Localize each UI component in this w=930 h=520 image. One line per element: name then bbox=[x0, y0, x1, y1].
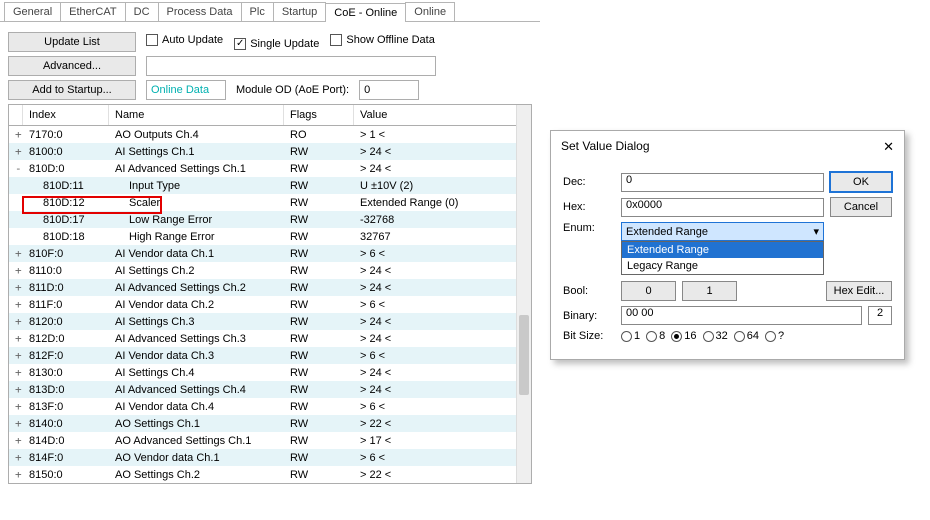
table-row[interactable]: +814D:0AO Advanced Settings Ch.1RW> 17 < bbox=[9, 432, 531, 449]
expand-icon[interactable]: + bbox=[9, 434, 23, 447]
table-row[interactable]: +8140:0AO Settings Ch.1RW> 22 < bbox=[9, 415, 531, 432]
update-list-button[interactable]: Update List bbox=[8, 32, 136, 52]
expand-icon[interactable]: + bbox=[9, 451, 23, 464]
tab-general[interactable]: General bbox=[4, 2, 61, 21]
expand-icon[interactable]: + bbox=[9, 298, 23, 311]
bool-1-button[interactable]: 1 bbox=[682, 281, 737, 301]
table-row[interactable]: 810D:11Input TypeRWU ±10V (2) bbox=[9, 177, 531, 194]
table-row[interactable]: +8130:0AI Settings Ch.4RW> 24 < bbox=[9, 364, 531, 381]
dialog-title: Set Value Dialog bbox=[561, 139, 650, 155]
expand-icon[interactable]: + bbox=[9, 145, 23, 158]
table-row[interactable]: +813F:0AI Vendor data Ch.4RW> 6 < bbox=[9, 398, 531, 415]
table-row[interactable]: +814F:0AO Vendor data Ch.1RW> 6 < bbox=[9, 449, 531, 466]
expand-icon[interactable]: + bbox=[9, 315, 23, 328]
tab-dc[interactable]: DC bbox=[125, 2, 159, 21]
bitsize-label: Bit Size: bbox=[563, 330, 615, 342]
advanced-button[interactable]: Advanced... bbox=[8, 56, 136, 76]
table-row[interactable]: +813D:0AI Advanced Settings Ch.4RW> 24 < bbox=[9, 381, 531, 398]
bitsize-radio-?[interactable]: ? bbox=[765, 330, 784, 342]
table-row[interactable]: +812F:0AI Vendor data Ch.3RW> 6 < bbox=[9, 347, 531, 364]
bool-0-button[interactable]: 0 bbox=[621, 281, 676, 301]
show-offline-checkbox[interactable]: Show Offline Data bbox=[330, 34, 434, 46]
add-to-startup-button[interactable]: Add to Startup... bbox=[8, 80, 136, 100]
table-row[interactable]: +811F:0AI Vendor data Ch.2RW> 6 < bbox=[9, 296, 531, 313]
col-value[interactable]: Value bbox=[354, 105, 531, 125]
coe-table: Index Name Flags Value +7170:0AO Outputs… bbox=[8, 104, 532, 484]
dec-label: Dec: bbox=[563, 176, 615, 188]
module-od-input[interactable]: 0 bbox=[359, 80, 419, 100]
tab-ethercat[interactable]: EtherCAT bbox=[60, 2, 125, 21]
binary-input[interactable]: 00 00 bbox=[621, 306, 862, 325]
hex-input[interactable]: 0x0000 bbox=[621, 198, 824, 217]
online-data-field[interactable]: Online Data bbox=[146, 80, 226, 100]
bitsize-radio-16[interactable]: 16 bbox=[671, 330, 696, 342]
bitsize-radio-32[interactable]: 32 bbox=[703, 330, 728, 342]
tab-coe-online[interactable]: CoE - Online bbox=[325, 3, 406, 22]
expand-icon[interactable]: + bbox=[9, 281, 23, 294]
filter-input[interactable] bbox=[146, 56, 436, 76]
enum-label: Enum: bbox=[563, 222, 615, 234]
bitsize-radio-8[interactable]: 8 bbox=[646, 330, 665, 342]
hex-label: Hex: bbox=[563, 201, 615, 213]
expand-icon[interactable]: + bbox=[9, 247, 23, 260]
expand-icon[interactable]: + bbox=[9, 383, 23, 396]
scrollbar[interactable] bbox=[516, 105, 531, 483]
expand-icon[interactable]: + bbox=[9, 400, 23, 413]
table-row[interactable]: +8150:0AO Settings Ch.2RW> 22 < bbox=[9, 466, 531, 483]
expand-icon[interactable]: + bbox=[9, 468, 23, 481]
expand-icon[interactable]: + bbox=[9, 417, 23, 430]
ok-button[interactable]: OK bbox=[830, 172, 892, 192]
table-row[interactable]: +8120:0AI Settings Ch.3RW> 24 < bbox=[9, 313, 531, 330]
dec-input[interactable]: 0 bbox=[621, 173, 824, 192]
tab-plc[interactable]: Plc bbox=[241, 2, 274, 21]
set-value-dialog: Set Value Dialog ✕ Dec: 0 OK Hex: 0x0000… bbox=[550, 130, 905, 360]
table-row[interactable]: +811D:0AI Advanced Settings Ch.2RW> 24 < bbox=[9, 279, 531, 296]
auto-update-checkbox[interactable]: Auto Update bbox=[146, 34, 223, 46]
tab-online[interactable]: Online bbox=[405, 2, 455, 21]
tab-startup[interactable]: Startup bbox=[273, 2, 326, 21]
enum-option[interactable]: Legacy Range bbox=[622, 258, 823, 274]
table-row[interactable]: -810D:0AI Advanced Settings Ch.1RW> 24 < bbox=[9, 160, 531, 177]
expand-icon[interactable]: + bbox=[9, 366, 23, 379]
tab-process-data[interactable]: Process Data bbox=[158, 2, 242, 21]
single-update-checkbox[interactable]: ✓Single Update bbox=[234, 38, 319, 50]
expand-icon[interactable]: + bbox=[9, 349, 23, 362]
table-row[interactable]: +810F:0AI Vendor data Ch.1RW> 6 < bbox=[9, 245, 531, 262]
bool-label: Bool: bbox=[563, 285, 615, 297]
expand-icon[interactable]: + bbox=[9, 264, 23, 277]
table-row[interactable]: +7170:0AO Outputs Ch.4RO> 1 < bbox=[9, 126, 531, 143]
col-index[interactable]: Index bbox=[23, 105, 109, 125]
expand-icon[interactable]: + bbox=[9, 332, 23, 345]
highlight-marker bbox=[22, 196, 162, 214]
enum-option[interactable]: Extended Range bbox=[622, 242, 823, 258]
table-row[interactable]: +812D:0AI Advanced Settings Ch.3RW> 24 < bbox=[9, 330, 531, 347]
hex-edit-button[interactable]: Hex Edit... bbox=[826, 281, 892, 301]
table-row[interactable]: +8100:0AI Settings Ch.1RW> 24 < bbox=[9, 143, 531, 160]
bitsize-radio-1[interactable]: 1 bbox=[621, 330, 640, 342]
bitsize-radio-64[interactable]: 64 bbox=[734, 330, 759, 342]
cancel-button[interactable]: Cancel bbox=[830, 197, 892, 217]
enum-dropdown: Extended Range Legacy Range bbox=[621, 241, 824, 275]
enum-select[interactable]: Extended Range ▾ bbox=[621, 222, 824, 241]
expand-icon[interactable]: - bbox=[9, 162, 23, 175]
chevron-down-icon: ▾ bbox=[813, 225, 819, 238]
module-od-label: Module OD (AoE Port): bbox=[236, 84, 349, 96]
binary-len[interactable]: 2 bbox=[868, 306, 892, 325]
col-flags[interactable]: Flags bbox=[284, 105, 354, 125]
close-icon[interactable]: ✕ bbox=[883, 139, 894, 155]
col-name[interactable]: Name bbox=[109, 105, 284, 125]
binary-label: Binary: bbox=[563, 310, 615, 322]
expand-icon[interactable]: + bbox=[9, 128, 23, 141]
table-row[interactable]: 810D:18High Range ErrorRW32767 bbox=[9, 228, 531, 245]
table-row[interactable]: +8110:0AI Settings Ch.2RW> 24 < bbox=[9, 262, 531, 279]
